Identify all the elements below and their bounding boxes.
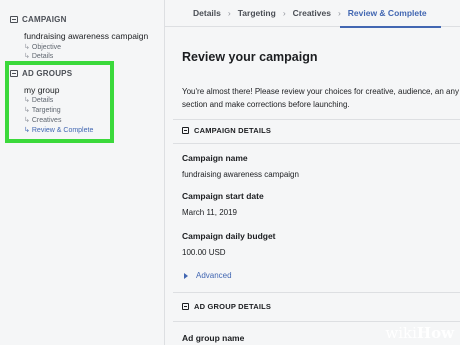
caret-right-icon	[184, 272, 188, 279]
breadcrumb-creatives[interactable]: Creatives	[293, 8, 331, 18]
advanced-label: Advanced	[196, 271, 232, 280]
ad-group-name-label: Ad group name	[182, 333, 245, 343]
campaign-icon	[10, 16, 18, 23]
sidebar-campaign-name[interactable]: fundraising awareness campaign	[24, 31, 148, 41]
breadcrumb: Details › Targeting › Creatives › Review…	[165, 0, 460, 28]
watermark-logo: wikiHow	[385, 324, 454, 342]
breadcrumb-targeting[interactable]: Targeting	[238, 8, 276, 18]
breadcrumb-details[interactable]: Details	[193, 8, 221, 18]
divider	[173, 292, 460, 293]
intro-text: You're almost there! Please review your …	[182, 87, 459, 109]
campaign-name-label: Campaign name	[182, 153, 248, 163]
sidebar-item-label: Details	[31, 53, 54, 60]
page-title: Review your campaign	[182, 50, 318, 64]
campaign-header-label: CAMPAIGN	[22, 15, 67, 24]
ad-group-details-icon	[182, 303, 189, 310]
main-panel: Details › Targeting › Creatives › Review…	[165, 0, 460, 345]
divider	[173, 321, 460, 322]
advanced-toggle[interactable]: Advanced	[184, 271, 232, 280]
sub-arrow-icon: ↳	[24, 53, 30, 60]
divider	[173, 119, 460, 120]
campaign-start-date-label: Campaign start date	[182, 191, 264, 201]
highlight-box	[5, 61, 114, 143]
section-header-label: AD GROUP DETAILS	[194, 302, 272, 311]
chevron-right-icon: ›	[337, 8, 341, 18]
sidebar-item-label: Objective	[31, 44, 62, 51]
campaign-start-date-value: March 11, 2019	[182, 208, 237, 217]
sidebar-item-objective[interactable]: ↳ Objective	[24, 43, 61, 51]
ad-group-details-header: AD GROUP DETAILS	[182, 302, 271, 311]
campaign-budget-label: Campaign daily budget	[182, 231, 276, 241]
sidebar-item-campaign-details[interactable]: ↳ Details	[24, 52, 53, 60]
campaign-details-icon	[182, 127, 189, 134]
breadcrumb-review-complete[interactable]: Review & Complete	[339, 0, 441, 28]
chevron-right-icon: ›	[282, 8, 286, 18]
section-header-label: CAMPAIGN DETAILS	[194, 126, 272, 135]
sub-arrow-icon: ↳	[24, 44, 30, 51]
campaign-details-header: CAMPAIGN DETAILS	[182, 126, 271, 135]
campaign-section-header: CAMPAIGN	[10, 15, 67, 24]
campaign-name-value: fundraising awareness campaign	[182, 170, 299, 179]
chevron-right-icon: ›	[227, 8, 231, 18]
campaign-budget-value: 100.00 USD	[182, 248, 226, 257]
sidebar: CAMPAIGN fundraising awareness campaign …	[0, 0, 165, 345]
divider	[173, 143, 460, 144]
